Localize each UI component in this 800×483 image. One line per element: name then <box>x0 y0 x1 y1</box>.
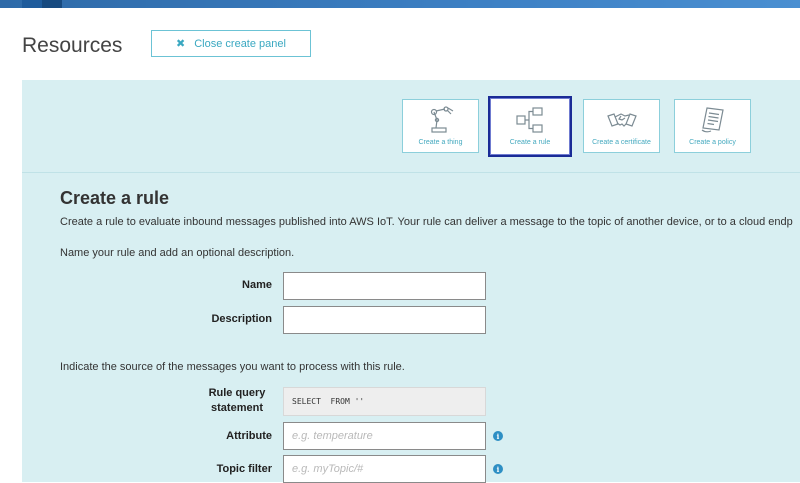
rule-query-statement: SELECT FROM '' <box>283 387 486 416</box>
page-header: Resources ✖ Close create panel <box>0 8 800 80</box>
rule-query-label-text: Rule query statement <box>208 387 266 414</box>
robot-arm-icon <box>430 106 453 133</box>
create-panel: Create a thing Create a rule Create a ce… <box>22 80 800 483</box>
name-prompt-text: Name your rule and add an optional descr… <box>60 247 295 259</box>
rule-query-label: Rule query statement <box>22 386 272 416</box>
rule-intro-text: Create a rule to evaluate inbound messag… <box>60 216 793 228</box>
attribute-info-icon[interactable]: i <box>493 431 503 441</box>
create-policy-tile[interactable]: Create a policy <box>674 99 751 153</box>
attribute-placeholder: e.g. temperature <box>292 430 373 442</box>
tile-label: Create a rule <box>509 139 551 146</box>
create-thing-tile[interactable]: Create a thing <box>402 99 479 153</box>
attribute-label: Attribute <box>226 430 272 442</box>
handshake-icon <box>606 113 637 127</box>
attribute-input[interactable]: e.g. temperature <box>283 422 486 450</box>
tile-label: Create a policy <box>689 139 736 146</box>
create-certificate-tile[interactable]: Create a certificate <box>583 99 660 153</box>
panel-divider <box>22 172 800 173</box>
topic-filter-input[interactable]: e.g. myTopic/# <box>283 455 486 483</box>
topic-filter-placeholder: e.g. myTopic/# <box>292 463 364 475</box>
close-icon: ✖ <box>176 38 186 50</box>
name-input[interactable] <box>283 272 486 300</box>
topic-filter-info-icon[interactable]: i <box>493 464 503 474</box>
top-navigation-bar <box>0 0 800 8</box>
tile-label: Create a certificate <box>592 139 651 146</box>
description-label: Description <box>211 313 272 325</box>
source-prompt-text: Indicate the source of the messages you … <box>60 361 405 373</box>
close-create-panel-button[interactable]: ✖ Close create panel <box>151 30 311 57</box>
rule-flow-icon <box>516 107 543 133</box>
page-title: Resources <box>22 34 123 57</box>
aws-cube-logo-icon <box>22 0 62 8</box>
name-label: Name <box>242 279 272 291</box>
topic-filter-label: Topic filter <box>216 463 272 475</box>
section-title: Create a rule <box>60 188 170 208</box>
close-create-panel-label: Close create panel <box>194 37 286 50</box>
create-rule-tile[interactable]: Create a rule <box>488 96 572 157</box>
description-input[interactable] <box>283 306 486 334</box>
tile-label: Create a thing <box>418 139 463 146</box>
document-policy-icon <box>701 107 724 133</box>
